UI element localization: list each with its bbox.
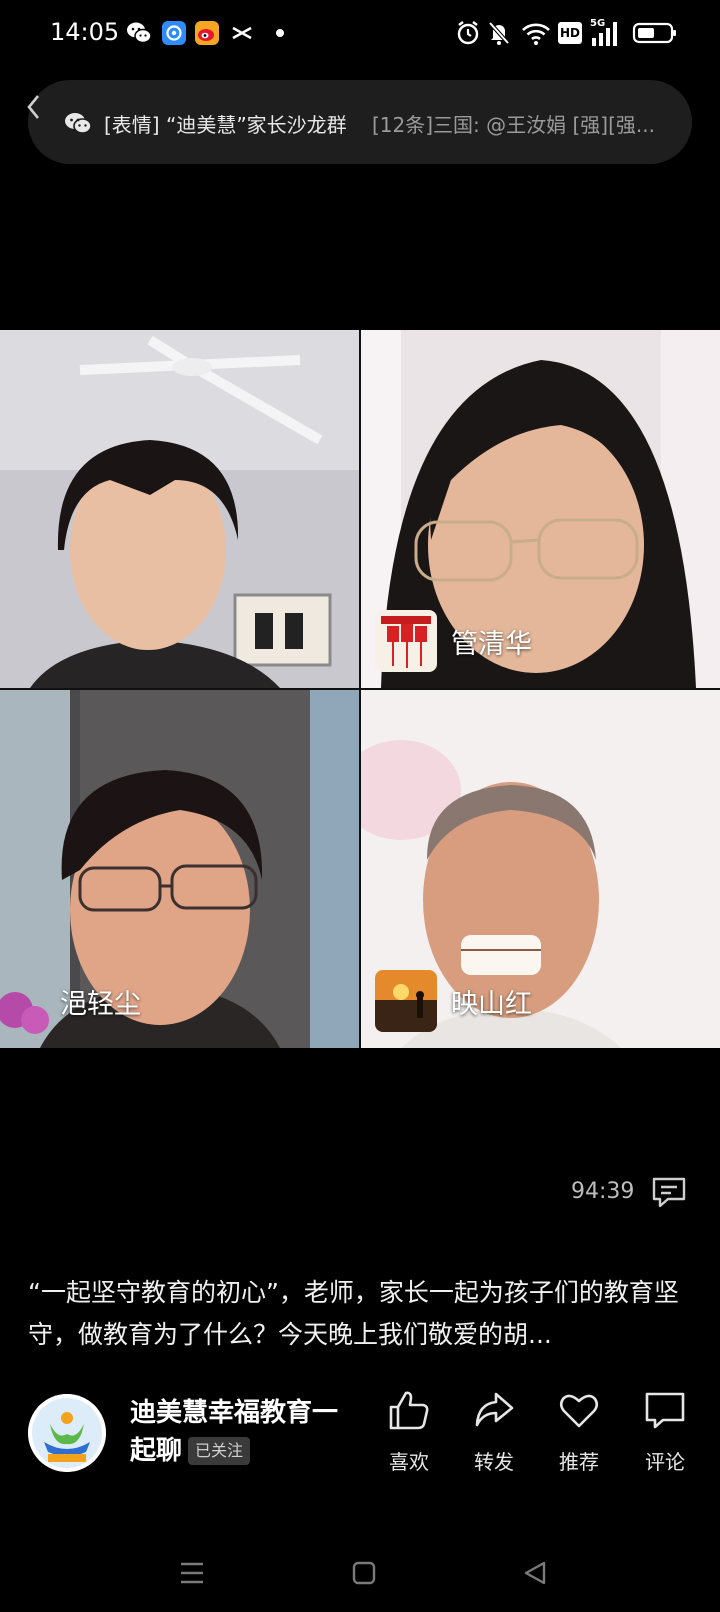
participant-2-avatar xyxy=(375,610,437,672)
wechat-icon xyxy=(127,22,152,44)
wifi-icon xyxy=(522,23,550,45)
comment-icon xyxy=(645,1392,685,1429)
participant-4-avatar xyxy=(375,970,437,1032)
comment-label: 评论 xyxy=(645,1450,685,1474)
like-label: 喜欢 xyxy=(389,1450,429,1474)
participant-1-video-frame xyxy=(0,330,359,688)
weibo-icon xyxy=(195,21,219,45)
share-icon xyxy=(475,1392,514,1427)
video-call-grid[interactable]: 管清华 浥轻尘 映山红 xyxy=(0,330,720,1048)
like-button[interactable]: 喜欢 xyxy=(374,1388,444,1475)
participant-video-2[interactable]: 管清华 xyxy=(361,330,720,688)
participant-4-name: 映山红 xyxy=(451,989,532,1020)
author-avatar[interactable] xyxy=(28,1394,106,1472)
back-icon[interactable] xyxy=(522,1559,548,1587)
home-icon[interactable] xyxy=(351,1560,377,1586)
battery-icon xyxy=(632,22,676,44)
share-label: 转发 xyxy=(474,1450,514,1474)
hd-label: HD xyxy=(559,26,580,40)
chevron-left-icon[interactable] xyxy=(24,92,44,122)
app-icon xyxy=(162,21,186,45)
participant-3-video-frame xyxy=(0,690,359,1048)
alarm-icon xyxy=(457,21,479,45)
video-duration: 94:39 xyxy=(571,1179,635,1204)
danmaku-icon[interactable] xyxy=(650,1175,688,1209)
network-label: 5G xyxy=(590,18,606,29)
recommend-label: 推荐 xyxy=(559,1450,599,1474)
participant-video-4[interactable]: 映山红 xyxy=(361,690,720,1048)
share-button[interactable]: 转发 xyxy=(459,1388,529,1475)
video-description[interactable]: “一起坚守教育的初心”，老师，家长一起为孩子们的教育坚守，做教育为了什么？今天晚… xyxy=(28,1272,698,1356)
menu-icon[interactable] xyxy=(178,1560,206,1586)
thumbs-up-icon xyxy=(389,1391,429,1430)
wechat-icon xyxy=(65,113,92,134)
participant-video-1[interactable] xyxy=(0,330,359,688)
heart-icon xyxy=(559,1394,599,1428)
participant-video-3[interactable]: 浥轻尘 xyxy=(0,690,359,1048)
recommend-button[interactable]: 推荐 xyxy=(544,1388,614,1475)
comment-button[interactable]: 评论 xyxy=(630,1388,700,1475)
follow-status-badge[interactable]: 已关注 xyxy=(188,1437,251,1465)
participant-2-name: 管清华 xyxy=(451,629,532,660)
status-bar: 14:05 HD 5G xyxy=(0,0,720,66)
capcut-icon xyxy=(232,26,252,40)
author-block[interactable]: 迪美慧幸福教育一起聊 已关注 xyxy=(130,1394,360,1470)
5g-signal-icon: 5G xyxy=(590,18,622,46)
mute-icon xyxy=(488,21,510,45)
hd-icon: HD xyxy=(558,22,582,44)
participant-3-name: 浥轻尘 xyxy=(60,989,141,1020)
status-time: 14:05 xyxy=(50,18,120,46)
system-nav-bar xyxy=(0,1540,720,1612)
notification-title: [表情] “迪美慧”家长沙龙群 xyxy=(104,113,347,137)
notification-preview: [12条]三国: @王汝娟 [强][强... xyxy=(372,113,655,137)
more-notifications-dot xyxy=(276,29,284,37)
